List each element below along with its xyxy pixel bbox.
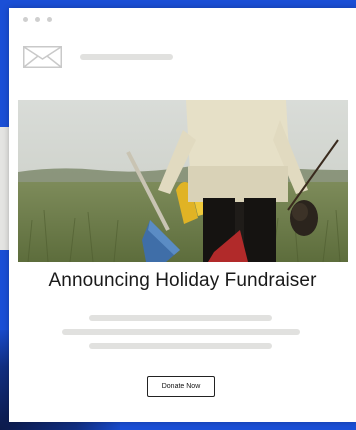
window-controls (23, 17, 52, 22)
body-text-placeholder (89, 315, 272, 321)
donate-now-button[interactable]: Donate Now (147, 376, 215, 397)
window-dot (23, 17, 28, 22)
window-dot (47, 17, 52, 22)
window-dot (35, 17, 40, 22)
subject-placeholder (80, 54, 173, 60)
hero-photo (18, 100, 348, 262)
email-headline: Announcing Holiday Fundraiser (48, 270, 317, 291)
body-text-placeholder (62, 329, 300, 335)
envelope-icon (23, 46, 62, 68)
body-text-placeholder (89, 343, 272, 349)
